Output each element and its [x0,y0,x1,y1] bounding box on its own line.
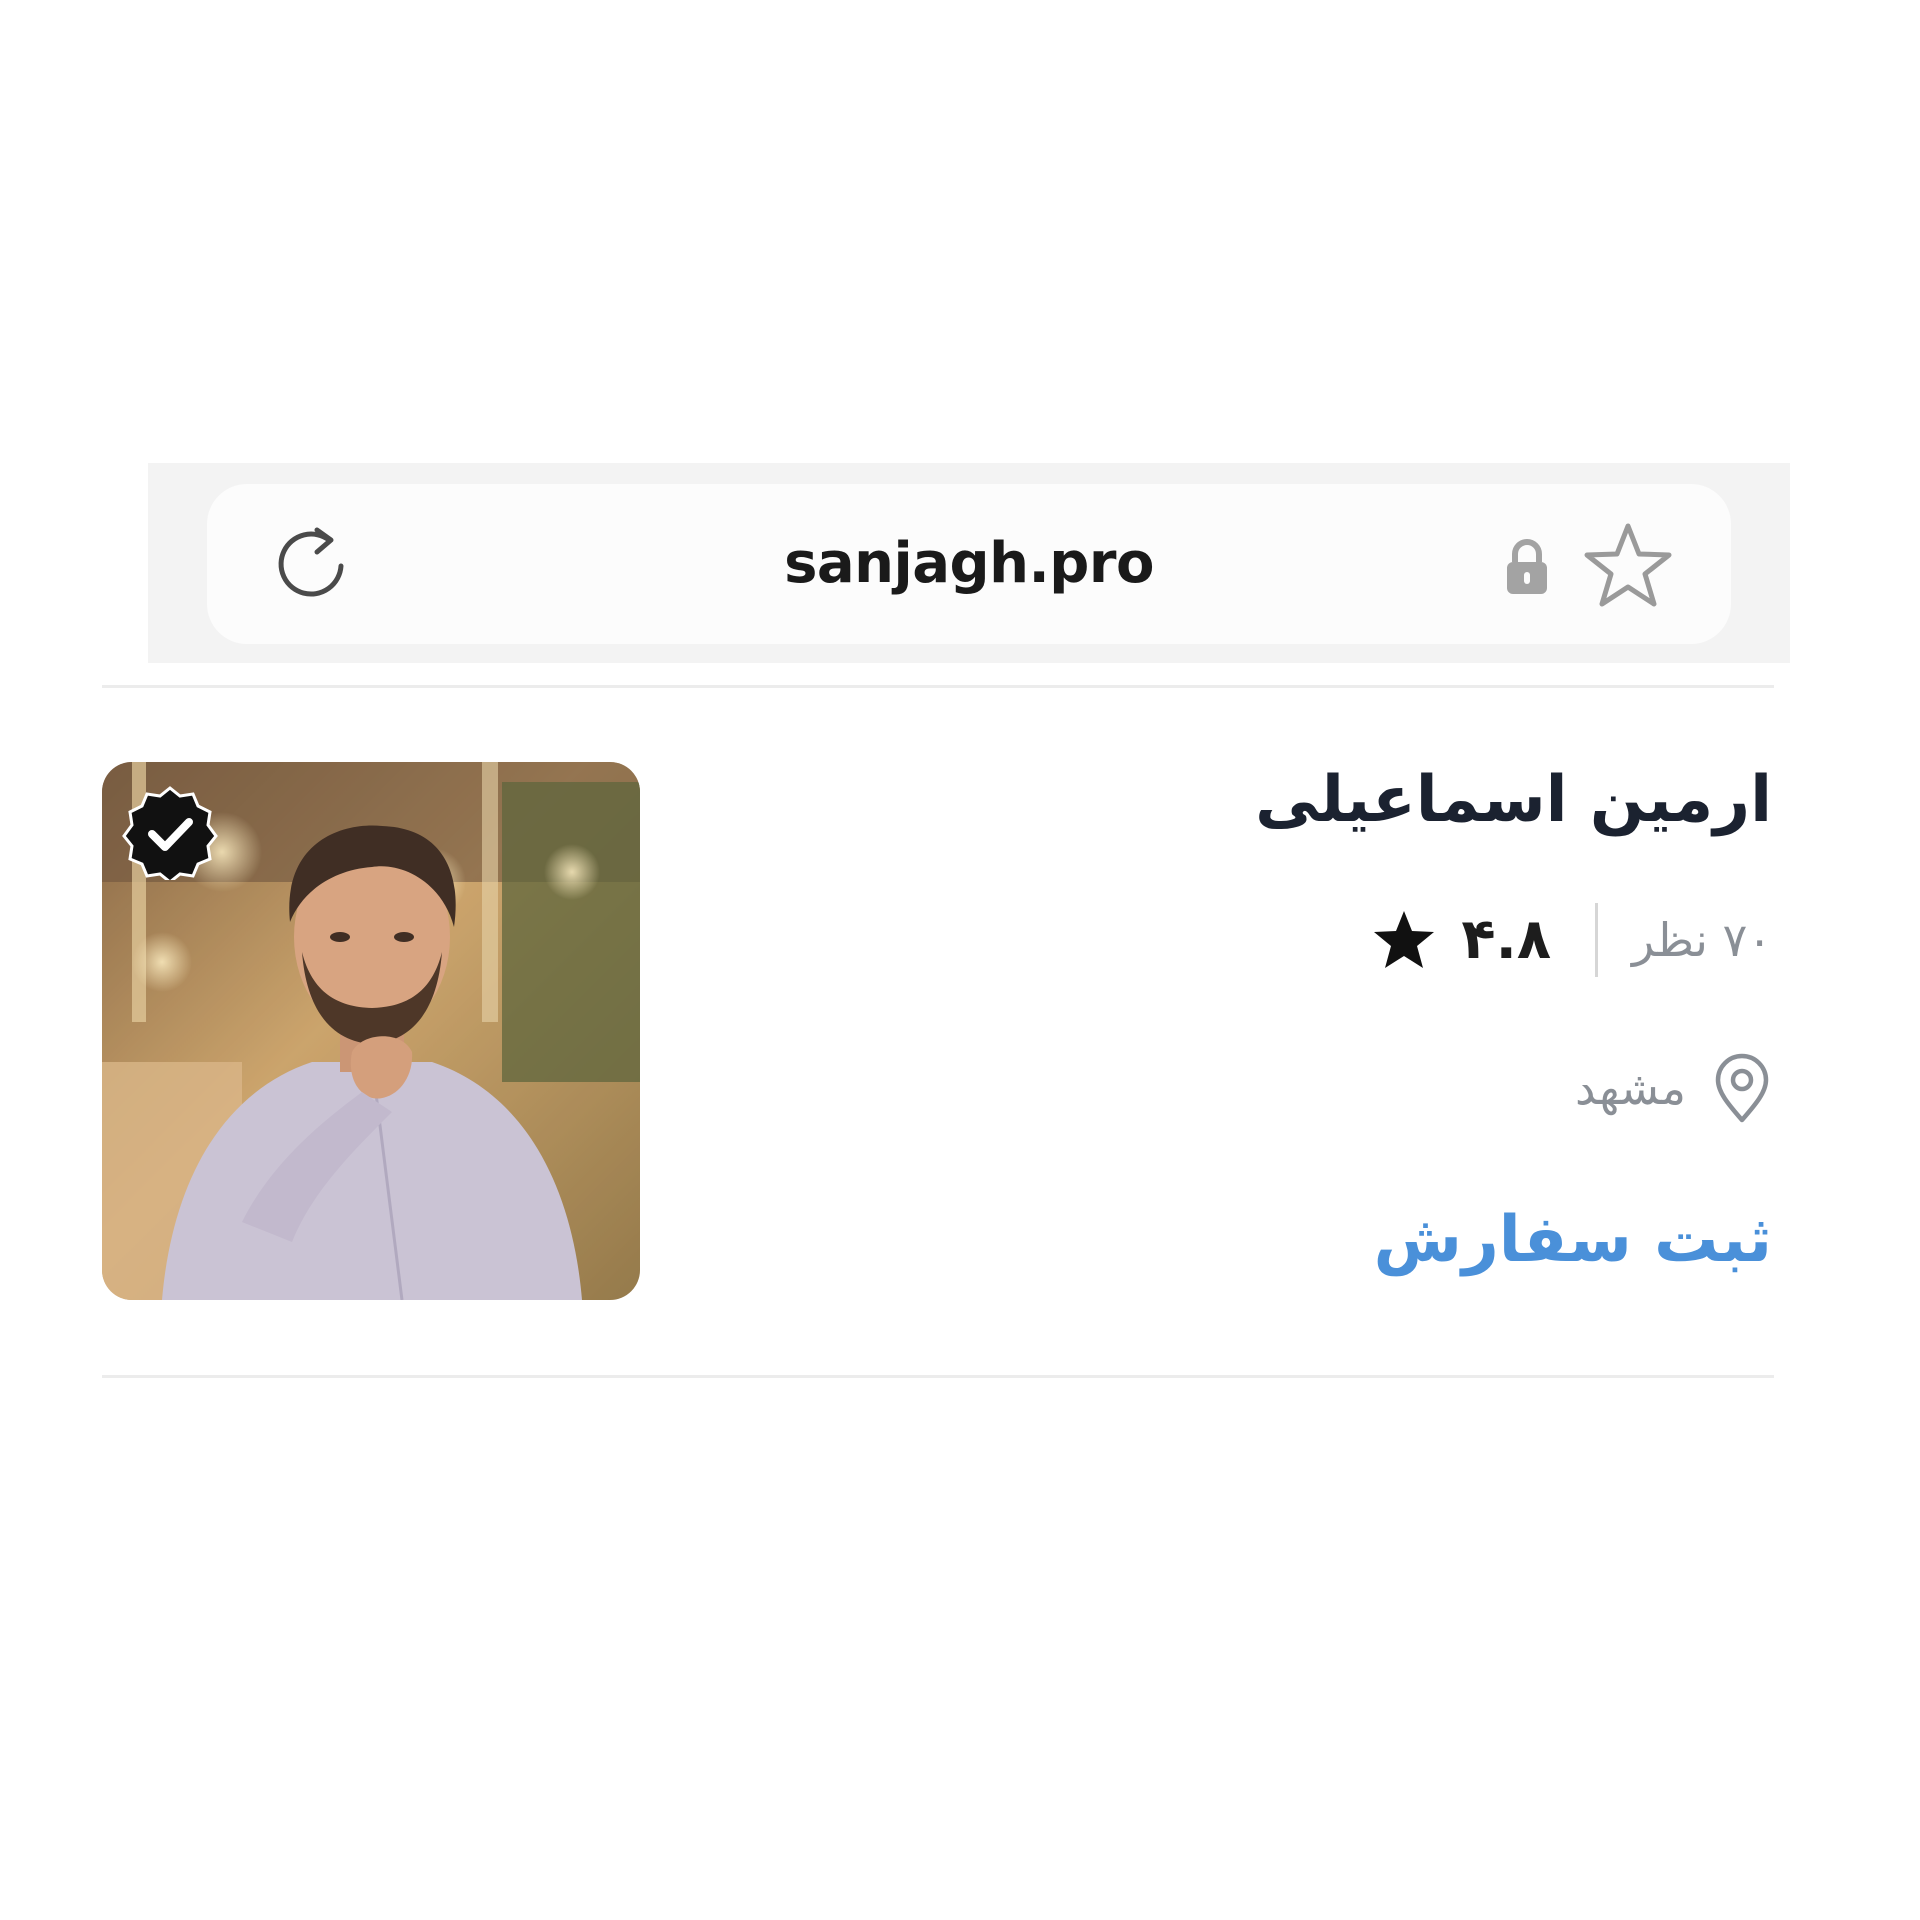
place-order-link[interactable]: ثبت سفارش [1374,1190,1772,1290]
verified-badge-icon [122,786,218,880]
browser-toolbar: sanjagh.pro [148,463,1790,663]
reviews-count[interactable]: ۷۰ نظر [1632,905,1772,975]
rating-row: ۷۰ نظر ۴.۸ [1371,903,1772,977]
divider-bottom [102,1375,1774,1378]
profile-name: ارمین اسماعیلی [1255,763,1772,837]
divider-top [102,685,1774,688]
location-pin-icon [1715,1053,1769,1123]
address-bar[interactable]: sanjagh.pro [207,484,1731,644]
lock-icon [1507,539,1547,594]
star-outline-icon[interactable] [1583,522,1673,608]
page: sanjagh.pro ارمین اسماعیلی ۷۰ نظر ۴.۸ مش… [0,0,1920,1920]
rating-separator [1595,903,1599,977]
star-icon [1374,911,1435,968]
rating-value: ۴.۸ [1461,907,1552,972]
location-row: مشهد [1575,1048,1772,1128]
city-label: مشهد [1574,1061,1686,1115]
avatar[interactable] [102,762,640,1300]
